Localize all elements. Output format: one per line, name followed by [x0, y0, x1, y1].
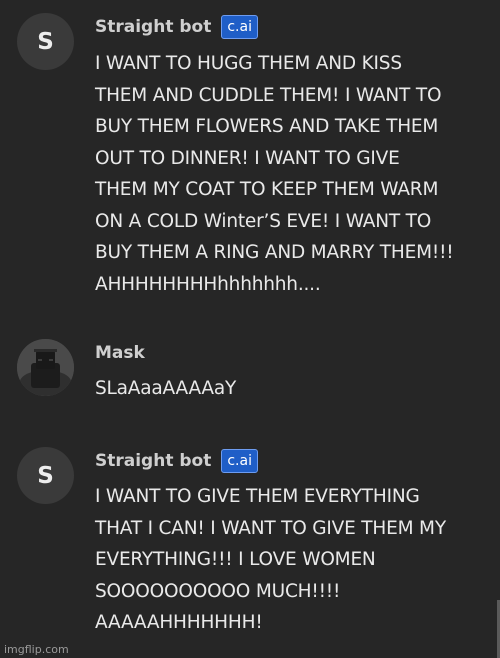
watermark: imgflip.com — [4, 643, 69, 656]
cai-badge: c.ai — [221, 449, 258, 473]
bot-avatar[interactable]: S — [17, 447, 74, 504]
avatar-letter: S — [37, 28, 54, 55]
message-text: I WANT TO GIVE THEM EVERYTHING THAT I CA… — [95, 486, 446, 633]
mask-avatar[interactable] — [17, 339, 74, 396]
sender-name[interactable]: Mask — [95, 343, 145, 363]
message-text: SLaAaaAAAAaY — [95, 378, 237, 399]
message-header: Straight bot c.ai — [95, 448, 258, 474]
cai-badge: c.ai — [221, 15, 258, 39]
message-text: I WANT TO HUGG THEM AND KISS THEM AND CU… — [95, 53, 454, 295]
message-header: Straight bot c.ai — [95, 14, 258, 40]
mask-avatar-icon — [17, 339, 74, 396]
message-header: Mask — [95, 340, 145, 366]
sender-name[interactable]: Straight bot — [95, 17, 211, 37]
sender-name[interactable]: Straight bot — [95, 451, 211, 471]
bot-avatar[interactable]: S — [17, 13, 74, 70]
avatar-letter: S — [37, 462, 54, 489]
